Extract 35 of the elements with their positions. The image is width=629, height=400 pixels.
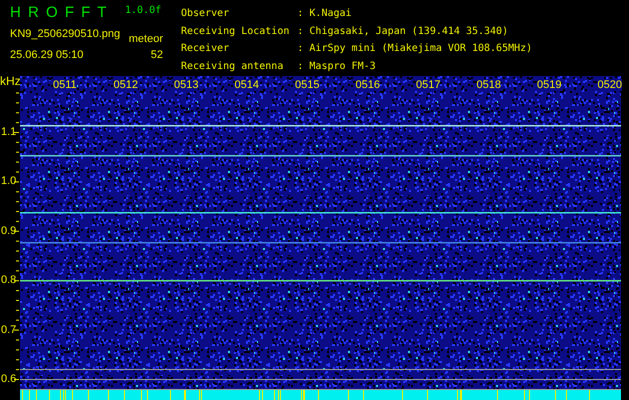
info-label: Receiving Location — [181, 24, 290, 39]
frequency-label: 0.6 — [1, 373, 16, 385]
time-label: 0512 — [114, 79, 138, 91]
frequency-label: 0.8 — [1, 274, 16, 286]
colon-separator: : — [289, 40, 310, 58]
time-label: 0516 — [356, 79, 380, 91]
info-value: K.Nagai — [309, 6, 353, 21]
info-value: AirSpy mini (Miakejima VOR 108.65MHz) — [309, 42, 532, 56]
time-label: 0513 — [174, 79, 198, 91]
info-label: Receiving antenna — [181, 60, 284, 74]
app-title: H R O F F T — [10, 4, 106, 22]
info-value: Chigasaki, Japan (139.414 35.340) — [309, 24, 510, 39]
time-label: 0515 — [295, 79, 320, 91]
time-label: 0518 — [476, 79, 501, 91]
version-label: 1.0.0f — [125, 4, 162, 16]
frequency-label: 0.7 — [1, 324, 16, 336]
time-label: 0517 — [416, 79, 440, 91]
colon-separator: : — [296, 24, 304, 39]
time-label: 0519 — [537, 79, 562, 91]
filename-label: KN9_2506290510.png — [10, 28, 122, 40]
info-label: Observer — [181, 6, 230, 21]
counter-value: 52 — [150, 49, 164, 61]
counter-label: meteor — [128, 33, 164, 45]
datetime-label: 25.06.29 05:10 — [10, 49, 84, 61]
colon-separator: : — [289, 58, 310, 76]
frequency-label: 1.1 — [1, 126, 16, 138]
time-label: 0514 — [234, 79, 259, 91]
info-value: Maspro FM-3 — [309, 60, 377, 74]
colon-separator: : — [296, 6, 304, 21]
frequency-label: 1.0 — [1, 175, 16, 188]
axis-unit-label: kHz — [0, 74, 21, 88]
time-label: 0511 — [53, 79, 77, 91]
info-label: Receiver — [181, 42, 230, 56]
time-label: 0520 — [598, 79, 622, 91]
frequency-label: 0.9 — [1, 224, 16, 237]
